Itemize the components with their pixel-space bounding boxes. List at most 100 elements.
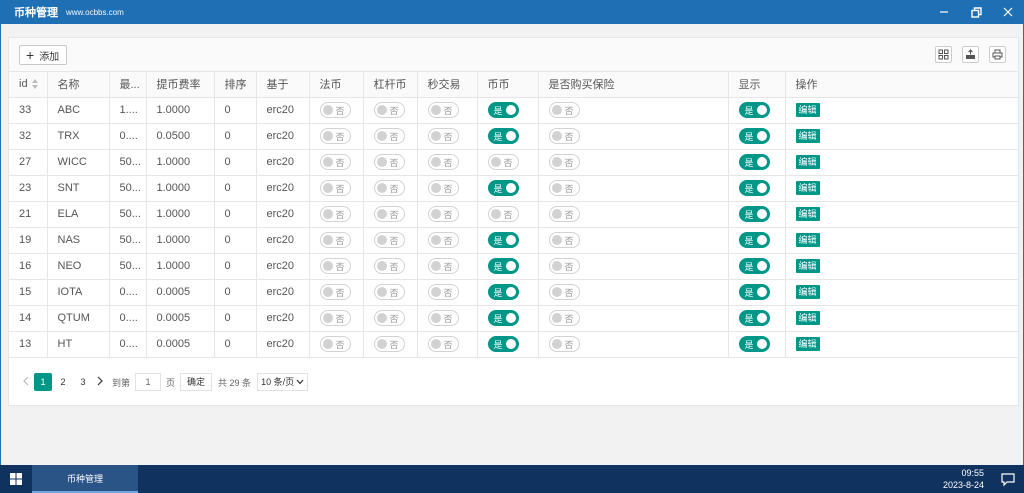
prev-page-button[interactable] <box>19 375 33 389</box>
sort-icon[interactable] <box>31 79 38 90</box>
insurance-switch[interactable]: 否 <box>548 128 580 144</box>
restore-button[interactable] <box>960 0 992 24</box>
coin-trade-switch[interactable]: 否 <box>487 154 519 170</box>
leverage-switch[interactable]: 否 <box>373 336 405 352</box>
second-trade-switch[interactable]: 否 <box>427 128 459 144</box>
leverage-switch[interactable]: 否 <box>373 232 405 248</box>
leverage-switch[interactable]: 否 <box>373 206 405 222</box>
coin-trade-switch[interactable]: 是 <box>487 258 519 274</box>
fiat-switch[interactable]: 否 <box>319 206 351 222</box>
actions-cell: 编辑 <box>785 253 1018 280</box>
edit-button[interactable]: 编辑 <box>795 337 820 351</box>
next-page-button[interactable] <box>93 375 107 389</box>
show-switch[interactable]: 是 <box>738 310 770 326</box>
coin-trade-switch[interactable]: 是 <box>487 284 519 300</box>
insurance-switch[interactable]: 否 <box>548 206 580 222</box>
leverage-switch[interactable]: 否 <box>373 284 405 300</box>
insurance-switch[interactable]: 否 <box>548 102 580 118</box>
coin-trade-switch[interactable]: 否 <box>487 206 519 222</box>
leverage-switch[interactable]: 否 <box>373 102 405 118</box>
show-switch[interactable]: 是 <box>738 232 770 248</box>
insurance-switch[interactable]: 否 <box>548 310 580 326</box>
switch-knob <box>756 261 767 271</box>
second-trade-switch[interactable]: 否 <box>427 206 459 222</box>
show-switch[interactable]: 是 <box>738 128 770 144</box>
switch-knob <box>551 183 562 193</box>
edit-button[interactable]: 编辑 <box>795 103 820 117</box>
switch-label: 否 <box>335 288 345 298</box>
columns-filter-button[interactable] <box>935 46 952 63</box>
taskbar-item-coin-management[interactable]: 币种管理 <box>32 465 138 493</box>
second-trade-switch[interactable]: 否 <box>427 102 459 118</box>
notification-button[interactable] <box>1000 471 1016 487</box>
show-switch[interactable]: 是 <box>738 180 770 196</box>
print-button[interactable] <box>989 46 1006 63</box>
insurance-switch[interactable]: 否 <box>548 154 580 170</box>
second-trade-switch[interactable]: 否 <box>427 154 459 170</box>
second-trade-switch[interactable]: 否 <box>427 258 459 274</box>
insurance-switch[interactable]: 否 <box>548 232 580 248</box>
coin-trade-switch[interactable]: 是 <box>487 180 519 196</box>
fiat-switch[interactable]: 否 <box>319 336 351 352</box>
fiat-switch[interactable]: 否 <box>319 180 351 196</box>
insurance-switch[interactable]: 否 <box>548 336 580 352</box>
leverage-switch[interactable]: 否 <box>373 310 405 326</box>
edit-button[interactable]: 编辑 <box>795 285 820 299</box>
edit-button[interactable]: 编辑 <box>795 207 820 221</box>
edit-button[interactable]: 编辑 <box>795 311 820 325</box>
page-size-select[interactable]: 10 条/页 <box>257 373 309 391</box>
coin-trade-switch[interactable]: 是 <box>487 232 519 248</box>
show-switch[interactable]: 是 <box>738 102 770 118</box>
fiat-switch[interactable]: 否 <box>319 232 351 248</box>
edit-button[interactable]: 编辑 <box>795 181 820 195</box>
taskbar-clock[interactable]: 09:55 2023-8-24 <box>943 467 984 491</box>
show-switch[interactable]: 是 <box>738 258 770 274</box>
cell-sort: 0 <box>214 201 257 228</box>
show-switch[interactable]: 是 <box>738 154 770 170</box>
goto-page-input[interactable]: 1 <box>135 373 162 391</box>
page-button-2[interactable]: 2 <box>54 373 72 391</box>
edit-button[interactable]: 编辑 <box>795 155 820 169</box>
coin-trade-switch[interactable]: 是 <box>487 128 519 144</box>
leverage-switch[interactable]: 否 <box>373 180 405 196</box>
edit-button[interactable]: 编辑 <box>795 233 820 247</box>
minimize-button[interactable] <box>928 0 960 24</box>
edit-button[interactable]: 编辑 <box>795 259 820 273</box>
add-button[interactable]: + 添加 <box>19 45 68 65</box>
second-trade-switch[interactable]: 否 <box>427 284 459 300</box>
fiat-switch[interactable]: 否 <box>319 258 351 274</box>
show-switch[interactable]: 是 <box>738 284 770 300</box>
switch-knob <box>430 313 441 323</box>
coin-trade-switch[interactable]: 是 <box>487 102 519 118</box>
second-trade-switch[interactable]: 否 <box>427 310 459 326</box>
fiat-switch[interactable]: 否 <box>319 128 351 144</box>
leverage-switch[interactable]: 否 <box>373 258 405 274</box>
fiat-switch[interactable]: 否 <box>319 154 351 170</box>
second-trade-switch[interactable]: 否 <box>427 232 459 248</box>
second-trade-switch[interactable]: 否 <box>427 180 459 196</box>
column-header-id[interactable]: id <box>9 72 48 98</box>
export-button[interactable] <box>962 46 979 63</box>
insurance-switch[interactable]: 否 <box>548 284 580 300</box>
coin-trade-switch[interactable]: 是 <box>487 336 519 352</box>
close-button[interactable] <box>992 0 1024 24</box>
insurance-switch[interactable]: 否 <box>548 180 580 196</box>
edit-button[interactable]: 编辑 <box>795 129 820 143</box>
start-button[interactable] <box>0 465 32 493</box>
second-trade-switch[interactable]: 否 <box>427 336 459 352</box>
goto-confirm-button[interactable]: 确定 <box>180 373 213 391</box>
fiat-switch[interactable]: 否 <box>319 102 351 118</box>
leverage-switch[interactable]: 否 <box>373 154 405 170</box>
cell-id: 33 <box>9 97 48 124</box>
leverage-switch[interactable]: 否 <box>373 128 405 144</box>
switch-label: 否 <box>503 210 513 220</box>
actions-cell: 编辑 <box>785 123 1018 150</box>
fiat-switch[interactable]: 否 <box>319 310 351 326</box>
insurance-switch[interactable]: 否 <box>548 258 580 274</box>
page-button-3[interactable]: 3 <box>74 373 92 391</box>
coin-trade-switch[interactable]: 是 <box>487 310 519 326</box>
fiat-switch[interactable]: 否 <box>319 284 351 300</box>
page-button-1[interactable]: 1 <box>34 373 52 391</box>
show-switch[interactable]: 是 <box>738 206 770 222</box>
show-switch[interactable]: 是 <box>738 336 770 352</box>
